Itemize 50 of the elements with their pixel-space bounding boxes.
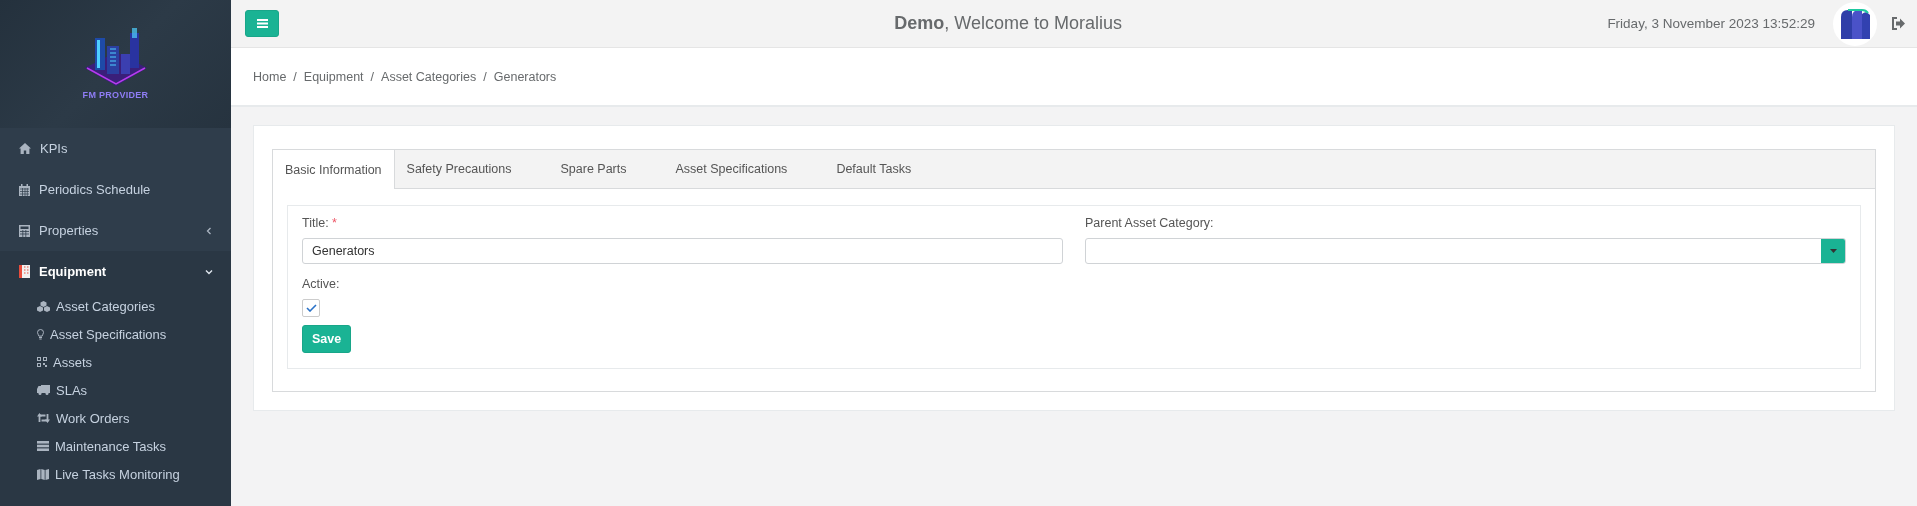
chevron-left-icon — [205, 226, 213, 235]
sidebar-subitem[interactable]: Asset Specifications — [0, 320, 231, 348]
breadcrumb-separator: / — [293, 69, 297, 84]
breadcrumb-link[interactable]: Equipment — [303, 69, 364, 84]
sidebar-item[interactable]: KPIs — [0, 128, 231, 169]
calendar-icon — [19, 183, 30, 196]
truck-icon — [37, 385, 50, 395]
parent-category-label: Parent Asset Category: — [1085, 216, 1215, 230]
m-logo-icon — [1839, 8, 1871, 39]
calculator-icon — [19, 224, 30, 237]
menu-button[interactable] — [245, 10, 279, 37]
active-checkbox[interactable] — [302, 299, 320, 317]
logo-text: FM PROVIDER — [82, 90, 149, 100]
active-label: Active: — [302, 277, 341, 291]
retweet-icon — [37, 413, 50, 423]
welcome-message: Demo, Welcome to Moralius — [893, 13, 1124, 34]
breadcrumb-link[interactable]: Home — [253, 69, 287, 84]
title-label: Title: * — [302, 216, 338, 230]
breadcrumb-link[interactable]: Asset Categories — [381, 69, 477, 84]
sidebar-subitem[interactable]: Live Tasks Monitoring — [0, 460, 231, 488]
sidebar-subitem[interactable]: Asset Categories — [0, 292, 231, 320]
chevron-down-icon — [205, 267, 213, 276]
home-icon — [19, 143, 31, 154]
tab[interactable]: Safety Precautions — [394, 150, 532, 188]
breadcrumb-separator: / — [483, 69, 487, 84]
parent-category-select[interactable] — [1085, 238, 1846, 264]
date-time: Friday, 3 November 2023 13:52:29 — [1607, 16, 1815, 31]
tab[interactable]: Asset Specifications — [663, 150, 808, 188]
lightbulb-icon — [37, 328, 44, 340]
map-icon — [37, 468, 49, 480]
breadcrumb-separator: / — [370, 69, 375, 84]
sidebar-subitem[interactable]: Maintenance Tasks — [0, 432, 231, 460]
list-icon — [37, 441, 49, 451]
cubes-icon — [37, 300, 50, 312]
tab[interactable]: Default Tasks — [824, 150, 932, 188]
building-icon — [19, 265, 30, 278]
title-input[interactable]: Generators — [302, 238, 1063, 264]
sidebar-subitem[interactable]: Work Orders — [0, 404, 231, 432]
caret-down-icon — [1829, 249, 1837, 253]
menu-icon — [256, 19, 268, 28]
qrcode-icon — [37, 357, 47, 367]
logout-icon[interactable] — [1891, 17, 1905, 30]
tab[interactable]: Basic Information — [273, 150, 395, 189]
checkmark-icon — [305, 304, 317, 312]
sidebar-subitem[interactable]: Assets — [0, 348, 231, 376]
tab[interactable]: Spare Parts — [548, 150, 647, 188]
sidebar-item[interactable]: Periodics Schedule — [0, 169, 231, 210]
sidebar-item[interactable]: Properties — [0, 210, 231, 251]
avatar[interactable] — [1833, 1, 1877, 46]
sidebar-subitem[interactable]: SLAs — [0, 376, 231, 404]
